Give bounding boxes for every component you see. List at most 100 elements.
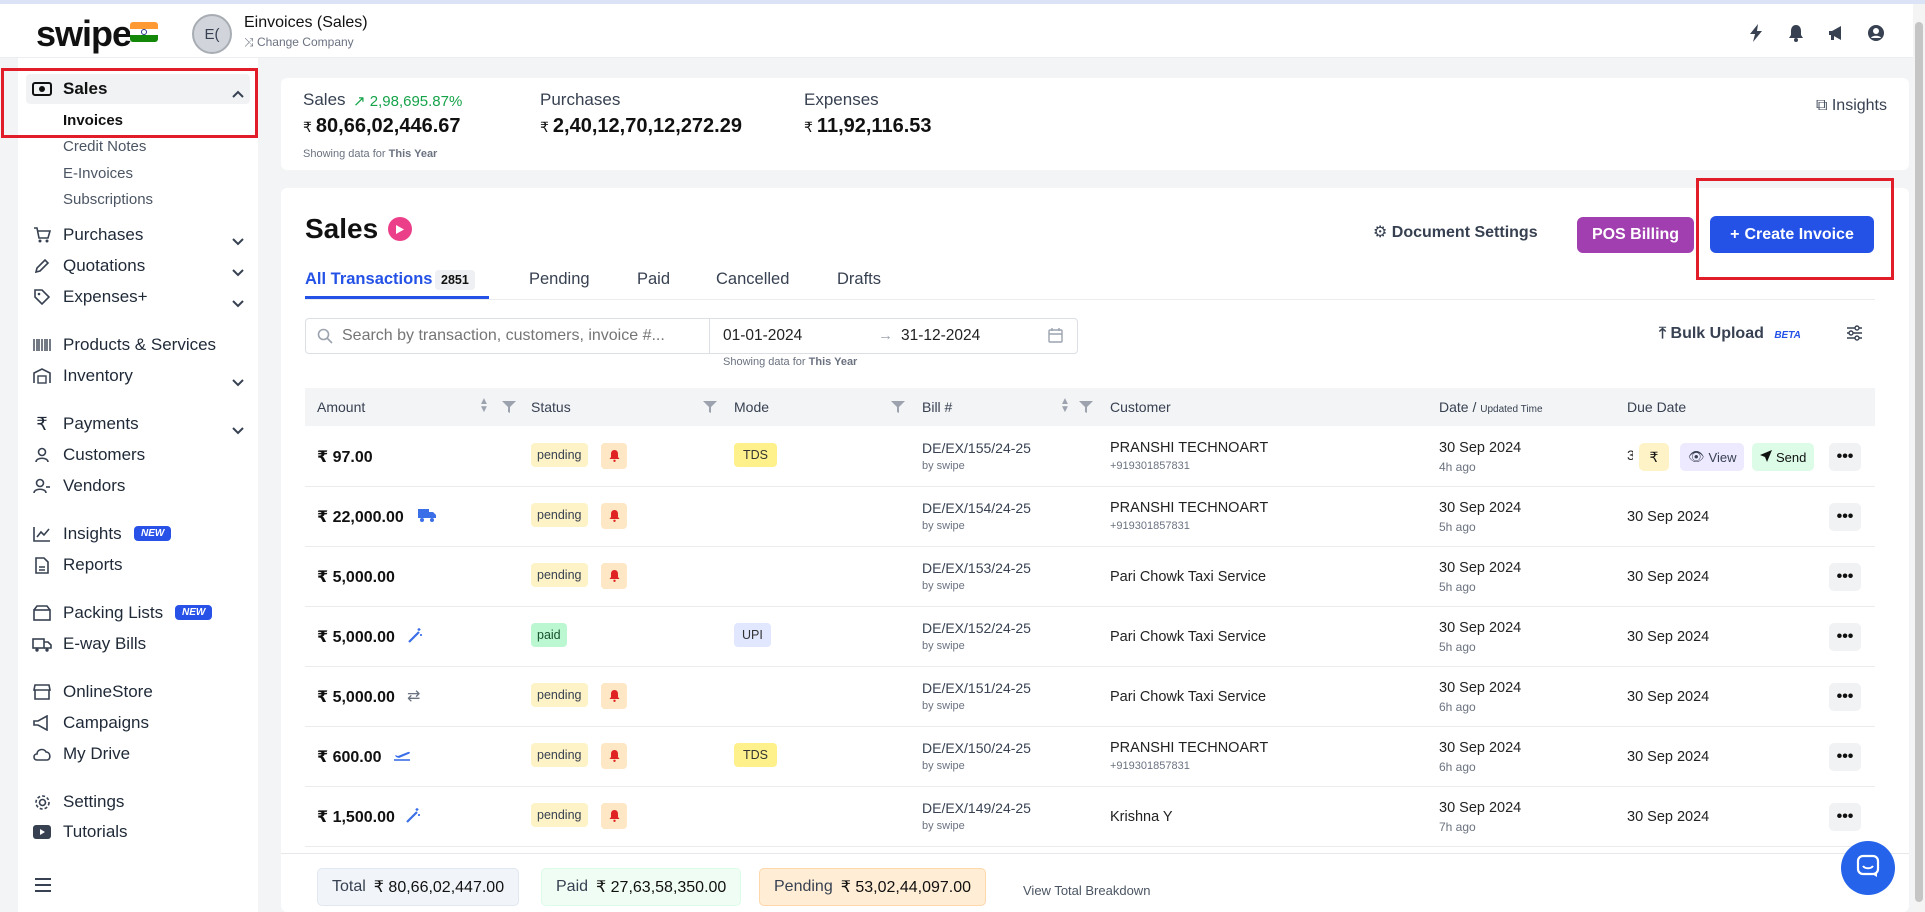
record-payment-button[interactable]: ₹ — [1639, 443, 1669, 471]
scrollbar-thumb[interactable] — [1915, 22, 1923, 902]
calendar-icon[interactable] — [1048, 328, 1063, 348]
bill-number[interactable]: DE/EX/155/24-25 — [922, 440, 1031, 456]
sort-icon[interactable]: ▲ ▼ — [1060, 397, 1070, 415]
filter-icon[interactable] — [1079, 400, 1093, 418]
page-scrollbar[interactable] — [1913, 4, 1925, 912]
sidebar-item-insights[interactable]: Insights NEW — [18, 523, 258, 545]
more-options-button[interactable]: ••• — [1829, 683, 1861, 711]
chevron-down-icon[interactable] — [232, 420, 244, 440]
view-total-breakdown-link[interactable]: View Total Breakdown — [1023, 883, 1150, 898]
sidebar-item-my-drive[interactable]: My Drive — [18, 743, 258, 765]
company-name[interactable]: Einvoices (Sales) — [244, 14, 368, 32]
customer-name[interactable]: Pari Chowk Taxi Service — [1110, 629, 1266, 645]
bell-icon[interactable] — [601, 743, 627, 769]
filter-icon[interactable] — [502, 400, 516, 418]
column-amount[interactable]: Amount — [317, 399, 365, 415]
search-input[interactable] — [342, 325, 702, 347]
document-settings-button[interactable]: ⚙ Document Settings — [1373, 222, 1538, 242]
tab-cancelled[interactable]: Cancelled — [716, 270, 789, 289]
customer-name[interactable]: PRANSHI TECHNOART — [1110, 500, 1268, 516]
more-options-button[interactable]: ••• — [1829, 743, 1861, 771]
filter-settings-icon[interactable] — [1846, 325, 1863, 346]
sidebar-item-reports[interactable]: Reports — [18, 554, 258, 576]
sidebar-item-eway-bills[interactable]: E-way Bills — [18, 633, 258, 655]
sidebar-sub-credit-notes[interactable]: Credit Notes — [63, 138, 146, 155]
table-row[interactable]: ₹ 1,500.00 pending DE/EX/149/24-25 by sw… — [305, 787, 1875, 847]
chevron-down-icon[interactable] — [232, 372, 244, 392]
user-icon[interactable] — [1867, 24, 1885, 42]
tab-all-transactions[interactable]: All Transactions — [305, 270, 432, 289]
bell-icon[interactable] — [601, 683, 627, 709]
more-options-button[interactable]: ••• — [1829, 563, 1861, 591]
table-row[interactable]: ₹ 22,000.00 pending DE/EX/154/24-25 by s… — [305, 487, 1875, 547]
bell-icon[interactable] — [1787, 24, 1805, 42]
column-date[interactable]: Date / Updated Time — [1439, 399, 1543, 415]
bulk-upload-button[interactable]: ⤒ Bulk Upload BETA — [1659, 325, 1801, 343]
tab-pending[interactable]: Pending — [529, 270, 590, 289]
bill-number[interactable]: DE/EX/153/24-25 — [922, 560, 1031, 576]
pos-billing-button[interactable]: POS Billing — [1577, 217, 1694, 253]
customer-name[interactable]: Krishna Y — [1110, 809, 1173, 825]
bill-number[interactable]: DE/EX/149/24-25 — [922, 800, 1031, 816]
date-to-input[interactable]: 31-12-2024 — [901, 327, 980, 345]
sidebar-item-settings[interactable]: Settings — [18, 791, 258, 813]
date-from-input[interactable]: 01-01-2024 — [723, 327, 802, 345]
more-options-button[interactable]: ••• — [1829, 503, 1861, 531]
column-status[interactable]: Status — [531, 399, 571, 415]
bill-number[interactable]: DE/EX/154/24-25 — [922, 500, 1031, 516]
megaphone-icon[interactable] — [1827, 24, 1845, 42]
sidebar-item-vendors[interactable]: Vendors — [18, 475, 258, 497]
view-button[interactable]: 👁 View — [1680, 443, 1745, 471]
column-customer[interactable]: Customer — [1110, 399, 1171, 415]
sidebar-item-payments[interactable]: ₹ Payments — [18, 413, 258, 435]
sidebar-item-customers[interactable]: Customers — [18, 444, 258, 466]
sidebar-item-onlinestore[interactable]: OnlineStore — [18, 681, 258, 703]
tab-drafts[interactable]: Drafts — [837, 270, 881, 289]
send-button[interactable]: Send — [1752, 443, 1815, 471]
column-mode[interactable]: Mode — [734, 399, 769, 415]
customer-name[interactable]: Pari Chowk Taxi Service — [1110, 569, 1266, 585]
customer-name[interactable]: PRANSHI TECHNOART — [1110, 440, 1268, 456]
filter-icon[interactable] — [891, 400, 905, 418]
menu-collapse-icon[interactable] — [34, 878, 52, 897]
insights-link[interactable]: ⧉ Insights — [1816, 97, 1887, 115]
sidebar-item-packing-lists[interactable]: Packing Lists NEW — [18, 602, 258, 624]
sidebar-item-campaigns[interactable]: Campaigns — [18, 712, 258, 734]
column-bill[interactable]: Bill # — [922, 399, 952, 415]
more-options-button[interactable]: ••• — [1829, 443, 1861, 471]
table-row[interactable]: ₹ 5,000.00 paid UPI DE/EX/152/24-25 by s… — [305, 607, 1875, 667]
sort-icon[interactable]: ▲ ▼ — [479, 397, 489, 415]
bill-number[interactable]: DE/EX/152/24-25 — [922, 620, 1031, 636]
more-options-button[interactable]: ••• — [1829, 623, 1861, 651]
sidebar-item-quotations[interactable]: Quotations — [18, 255, 258, 277]
sidebar-item-purchases[interactable]: Purchases — [18, 224, 258, 246]
table-row[interactable]: ₹ 5,000.00 pending DE/EX/153/24-25 by sw… — [305, 547, 1875, 607]
sidebar-sub-e-invoices[interactable]: E-Invoices — [63, 165, 133, 182]
bell-icon[interactable] — [601, 443, 627, 469]
chevron-down-icon[interactable] — [232, 293, 244, 313]
chevron-down-icon[interactable] — [232, 262, 244, 282]
chevron-down-icon[interactable] — [232, 231, 244, 251]
filter-icon[interactable] — [703, 400, 717, 418]
sidebar-item-expenses[interactable]: Expenses+ — [18, 286, 258, 308]
table-row[interactable]: ₹ 600.00 pending TDS DE/EX/150/24-25 by … — [305, 727, 1875, 787]
tab-paid[interactable]: Paid — [637, 270, 670, 289]
more-options-button[interactable]: ••• — [1829, 803, 1861, 831]
swipe-logo[interactable]: swipe — [36, 13, 132, 55]
flash-icon[interactable] — [1747, 24, 1765, 42]
bill-number[interactable]: DE/EX/151/24-25 — [922, 680, 1031, 696]
table-row[interactable]: ₹ 5,000.00 ⇄ pending DE/EX/151/24-25 by … — [305, 667, 1875, 727]
bell-icon[interactable] — [601, 563, 627, 589]
company-avatar[interactable]: E( — [192, 14, 232, 54]
chat-button[interactable] — [1841, 841, 1895, 895]
customer-name[interactable]: Pari Chowk Taxi Service — [1110, 689, 1266, 705]
customer-name[interactable]: PRANSHI TECHNOART — [1110, 740, 1268, 756]
sidebar-item-tutorials[interactable]: Tutorials — [18, 821, 258, 843]
sidebar-item-inventory[interactable]: Inventory — [18, 365, 258, 387]
table-row[interactable]: ₹ 97.00 pending TDS DE/EX/155/24-25 by s… — [305, 427, 1875, 487]
column-due-date[interactable]: Due Date — [1627, 399, 1686, 415]
bill-number[interactable]: DE/EX/150/24-25 — [922, 740, 1031, 756]
play-icon[interactable] — [388, 217, 412, 241]
sidebar-item-products[interactable]: Products & Services — [18, 334, 258, 356]
bell-icon[interactable] — [601, 803, 627, 829]
